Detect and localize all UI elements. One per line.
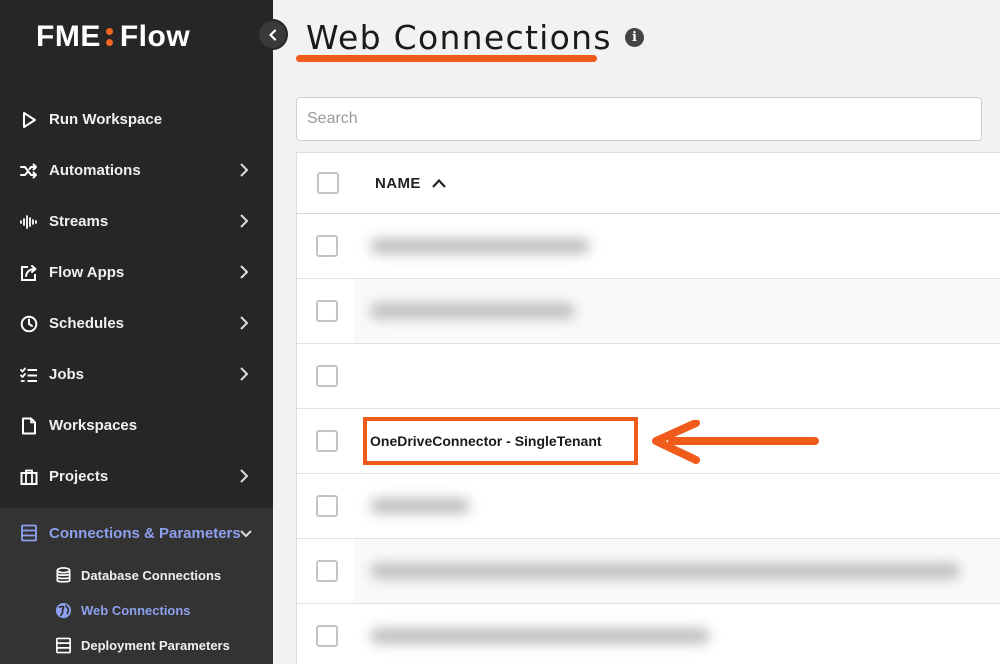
chevron-right-icon: [237, 366, 251, 382]
chevron-left-icon: [268, 28, 276, 41]
row-checkbox[interactable]: [316, 430, 338, 452]
clock-icon: [20, 315, 38, 333]
table-row[interactable]: [297, 474, 1000, 539]
row-checkbox[interactable]: [316, 300, 338, 322]
logo-flow-text: Flow: [119, 20, 191, 53]
row-checkbox[interactable]: [316, 365, 338, 387]
info-icon[interactable]: i: [625, 28, 644, 47]
connections-submenu: Database Connections Web Connections Dep…: [0, 558, 273, 664]
sidebar-item-label: Schedules: [49, 315, 125, 332]
sidebar-item-label: Streams: [49, 213, 109, 230]
column-header-name[interactable]: NAME: [375, 175, 447, 192]
sidebar: FME Flow Run Workspace Automations Strea…: [0, 0, 273, 664]
sidebar-item-workspaces[interactable]: Workspaces: [0, 400, 273, 451]
chevron-down-icon: [239, 526, 253, 542]
row-checkbox[interactable]: [316, 495, 338, 517]
table-row[interactable]: [297, 539, 1000, 604]
title-underline-annotation: [296, 55, 597, 62]
sidebar-subitem-database-connections[interactable]: Database Connections: [0, 558, 273, 593]
main-content: Web Connections i NAME OneDriveConnecto: [273, 0, 1000, 664]
sidebar-item-projects[interactable]: Projects: [0, 451, 273, 502]
name-cell[interactable]: [354, 539, 1000, 603]
sidebar-item-connections-parameters[interactable]: Connections & Parameters: [0, 508, 273, 558]
table-row[interactable]: [297, 604, 1000, 664]
sidebar-nav: Run Workspace Automations Streams Flow A…: [0, 94, 273, 664]
shuffle-icon: [20, 162, 38, 180]
checklist-icon: [20, 366, 38, 384]
chevron-right-icon: [237, 264, 251, 280]
table-row[interactable]: OneDriveConnector - SingleTenant: [297, 409, 1000, 474]
sidebar-item-label: Jobs: [49, 366, 85, 383]
sidebar-item-schedules[interactable]: Schedules: [0, 298, 273, 349]
sidebar-subitem-label: Deployment Parameters: [81, 638, 230, 653]
sidebar-item-label: Connections & Parameters: [49, 524, 241, 542]
database-icon: [54, 567, 72, 585]
name-cell[interactable]: [354, 279, 1000, 343]
sidebar-subitem-web-connections[interactable]: Web Connections: [0, 593, 273, 628]
sidebar-item-jobs[interactable]: Jobs: [0, 349, 273, 400]
connections-table: NAME OneDriveConnector - SingleTenant: [296, 152, 1000, 664]
table-row[interactable]: [297, 344, 1000, 409]
column-header-label: NAME: [375, 174, 421, 192]
sidebar-item-label: Automations: [49, 162, 141, 179]
row-checkbox[interactable]: [316, 235, 338, 257]
sidebar-subitem-deployment-parameters[interactable]: Deployment Parameters: [0, 628, 273, 663]
document-icon: [20, 417, 38, 435]
name-cell[interactable]: [354, 604, 1000, 664]
redacted-name: [370, 628, 710, 644]
name-cell[interactable]: [354, 344, 1000, 408]
row-checkbox[interactable]: [316, 625, 338, 647]
sidebar-subitem-label: Database Connections: [81, 568, 222, 583]
table-row[interactable]: [297, 214, 1000, 279]
name-cell[interactable]: [354, 474, 1000, 538]
logo-dots: [105, 28, 113, 46]
redacted-name: [370, 303, 575, 319]
row-checkbox[interactable]: [316, 560, 338, 582]
collapse-sidebar-button[interactable]: [257, 19, 288, 50]
sidebar-item-streams[interactable]: Streams: [0, 196, 273, 247]
search-input[interactable]: [296, 97, 982, 141]
sidebar-item-label: Flow Apps: [49, 264, 125, 281]
sidebar-item-automations[interactable]: Automations: [0, 145, 273, 196]
chevron-right-icon: [237, 468, 251, 484]
sidebar-item-label: Projects: [49, 468, 109, 485]
sidebar-item-flow-apps[interactable]: Flow Apps: [0, 247, 273, 298]
fme-flow-logo[interactable]: FME Flow: [36, 20, 190, 54]
sidebar-item-label: Run Workspace: [49, 111, 163, 128]
connections-icon: [20, 524, 38, 542]
globe-icon: [54, 602, 72, 620]
waveform-icon: [20, 213, 38, 231]
play-icon: [20, 111, 38, 129]
table-row[interactable]: [297, 279, 1000, 344]
share-icon: [20, 264, 38, 282]
page-title: Web Connections: [306, 18, 612, 57]
sidebar-item-run-workspace[interactable]: Run Workspace: [0, 94, 273, 145]
sort-ascending-icon: [431, 178, 446, 188]
parameters-icon: [54, 637, 72, 655]
select-all-checkbox[interactable]: [317, 172, 339, 194]
chevron-right-icon: [237, 162, 251, 178]
logo-fme-text: FME: [36, 20, 101, 53]
chevron-right-icon: [237, 213, 251, 229]
sidebar-item-label: Workspaces: [49, 417, 138, 434]
redacted-name: [370, 563, 960, 579]
table-header: NAME: [297, 153, 1000, 214]
chevron-right-icon: [237, 315, 251, 331]
redacted-name: [370, 498, 470, 514]
sidebar-subitem-label: Web Connections: [81, 603, 191, 618]
redacted-name: [370, 238, 590, 254]
briefcase-icon: [20, 468, 38, 486]
name-cell[interactable]: OneDriveConnector - SingleTenant: [354, 409, 1000, 473]
connection-name[interactable]: OneDriveConnector - SingleTenant: [370, 433, 602, 449]
name-cell[interactable]: [354, 214, 1000, 278]
